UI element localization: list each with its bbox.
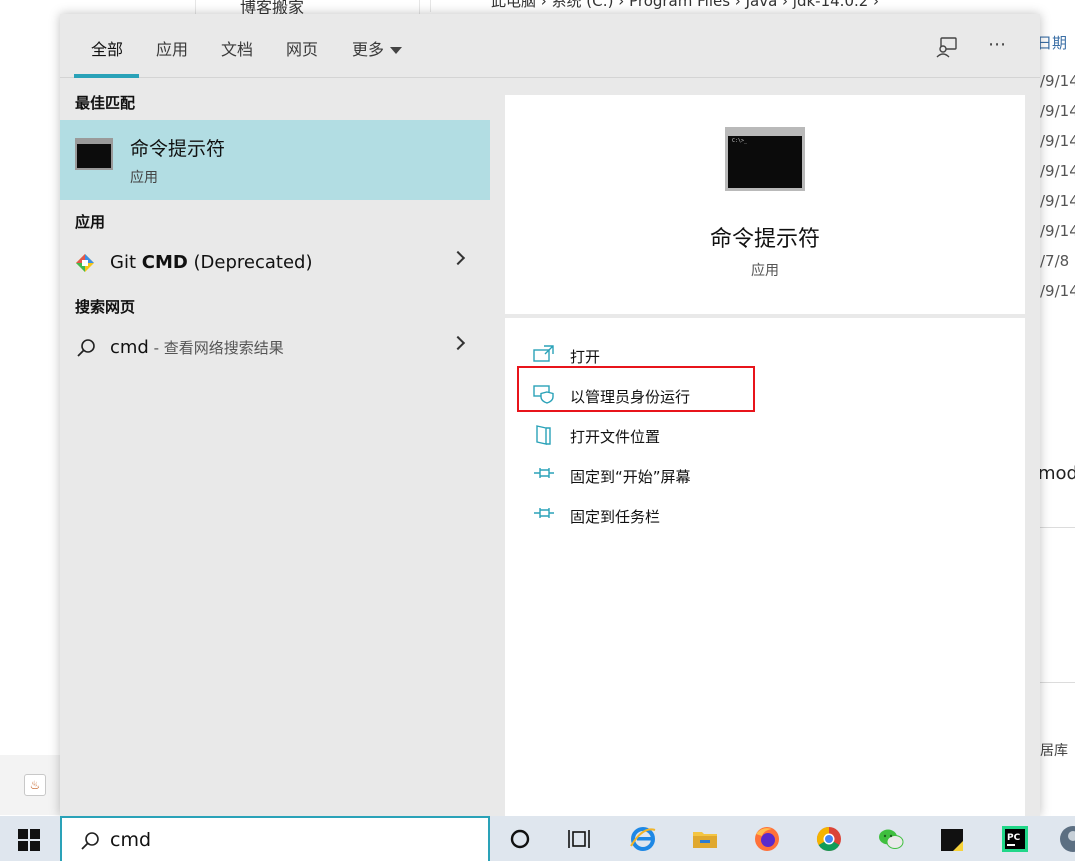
background-date: /9/14: [1040, 162, 1075, 180]
git-cmd-prefix: Git: [110, 252, 142, 273]
detail-pane: C:\>_ 命令提示符 应用 打开 以管理员身份运行 打开文件位置 固定到“开始…: [490, 79, 1040, 816]
list-item-git-cmd[interactable]: Git CMD (Deprecated): [60, 243, 490, 283]
ie-icon[interactable]: [628, 824, 658, 854]
background-mod-label: mod: [1040, 463, 1075, 484]
file-explorer-icon[interactable]: [690, 824, 720, 854]
actions-card: 打开 以管理员身份运行 打开文件位置 固定到“开始”屏幕 固定到任务栏: [505, 318, 1025, 816]
background-divider: [1040, 682, 1075, 683]
background-date: /9/14: [1040, 282, 1075, 300]
avatar-icon[interactable]: [1058, 824, 1075, 854]
web-search-hint: - 查看网络搜索结果: [148, 339, 284, 357]
action-label: 打开文件位置: [570, 428, 661, 446]
search-panel: 全部 应用 文档 网页 更多 ⋯ 最佳匹配 命令提示符 应用 应用 Git CM…: [60, 14, 1040, 816]
action-pin-to-start[interactable]: 固定到“开始”屏幕: [533, 461, 833, 491]
results-list: 最佳匹配 命令提示符 应用 应用 Git CMD (Deprecated) 搜索…: [60, 79, 490, 816]
tab-more[interactable]: 更多: [352, 36, 403, 60]
pin-icon: [534, 508, 554, 518]
search-input[interactable]: [110, 826, 470, 854]
best-match-subtitle: 应用: [130, 170, 158, 186]
background-divider: [1040, 527, 1075, 528]
shield-icon: [533, 385, 554, 404]
firefox-icon[interactable]: [752, 824, 782, 854]
tab-documents[interactable]: 文档: [221, 36, 253, 60]
sticky-notes-icon[interactable]: [938, 824, 968, 854]
taskbar-search-box[interactable]: [60, 816, 490, 861]
background-breadcrumb-text: 此电脑 › 系统 (C:) › Program Files › Java › j…: [491, 0, 880, 10]
background-date: /9/14: [1040, 102, 1075, 120]
command-prompt-icon: [75, 138, 113, 170]
action-label: 以管理员身份运行: [570, 388, 691, 406]
search-tabs-bar: 全部 应用 文档 网页 更多 ⋯: [60, 14, 1040, 78]
background-date: /9/14: [1040, 192, 1075, 210]
detail-title: 命令提示符: [709, 227, 820, 252]
background-file-list: 日期 /9/14 /9/14 /9/14 /9/14 /9/14 /9/14 /…: [1040, 12, 1075, 812]
git-cmd-bold: CMD: [141, 252, 188, 273]
more-icon[interactable]: ⋯: [988, 34, 1007, 55]
feedback-icon[interactable]: [936, 36, 958, 58]
windows-start-icon[interactable]: [18, 829, 40, 851]
best-match-header: 最佳匹配: [75, 94, 136, 112]
open-icon: [533, 345, 554, 362]
java-icon[interactable]: ♨: [24, 774, 46, 796]
web-search-label: cmd - 查看网络搜索结果: [110, 337, 284, 358]
tab-apps[interactable]: 应用: [156, 36, 188, 60]
cortana-icon[interactable]: [505, 824, 535, 854]
action-label: 打开: [570, 348, 601, 366]
action-pin-to-taskbar[interactable]: 固定到任务栏: [533, 501, 833, 531]
background-date: /7/8: [1040, 252, 1070, 270]
apps-header: 应用: [75, 213, 106, 231]
active-tab-indicator: [74, 74, 139, 78]
background-date-header: 日期: [1040, 34, 1068, 52]
git-cmd-suffix: (Deprecated): [187, 252, 313, 273]
background-date: /9/14: [1040, 222, 1075, 240]
search-icon: [77, 339, 95, 357]
background-ku-label: 居库: [1040, 743, 1068, 759]
action-run-as-admin[interactable]: 以管理员身份运行: [533, 381, 833, 411]
wechat-icon[interactable]: [876, 824, 906, 854]
git-cmd-label: Git CMD (Deprecated): [110, 252, 313, 273]
pin-icon: [534, 468, 554, 478]
action-label: 固定到任务栏: [570, 508, 661, 526]
detail-header-card: C:\>_ 命令提示符 应用: [505, 95, 1025, 314]
best-match-title: 命令提示符: [130, 138, 226, 160]
file-location-icon: [536, 425, 551, 445]
thumb-prompt: C:\>_: [732, 138, 748, 144]
tab-web[interactable]: 网页: [286, 36, 318, 60]
best-match-item[interactable]: 命令提示符 应用: [60, 120, 490, 200]
taskbar: PC: [0, 816, 1075, 861]
action-label: 固定到“开始”屏幕: [570, 468, 691, 486]
background-date: /9/14: [1040, 132, 1075, 150]
chrome-icon[interactable]: [814, 824, 844, 854]
task-view-icon[interactable]: [565, 824, 595, 854]
pycharm-text: PC: [1007, 833, 1021, 843]
pycharm-icon[interactable]: PC: [1000, 824, 1030, 854]
search-icon: [81, 832, 99, 850]
background-breadcrumb: 此电脑 › 系统 (C:) › Program Files › Java › j…: [430, 0, 1075, 12]
chevron-right-icon[interactable]: [450, 335, 466, 351]
list-item-web-search[interactable]: cmd - 查看网络搜索结果: [60, 328, 490, 368]
git-icon: [76, 254, 94, 272]
background-date: /9/14: [1040, 72, 1075, 90]
web-search-header: 搜索网页: [75, 298, 136, 316]
tab-all[interactable]: 全部: [91, 36, 123, 60]
action-open[interactable]: 打开: [533, 341, 833, 371]
command-prompt-icon: C:\>_: [725, 127, 805, 191]
detail-subtitle: 应用: [751, 263, 779, 279]
tab-more-label: 更多: [352, 40, 385, 59]
action-open-file-location[interactable]: 打开文件位置: [533, 421, 833, 451]
chevron-right-icon[interactable]: [450, 250, 466, 266]
web-search-query: cmd: [110, 337, 149, 358]
chevron-down-icon: [390, 47, 403, 54]
